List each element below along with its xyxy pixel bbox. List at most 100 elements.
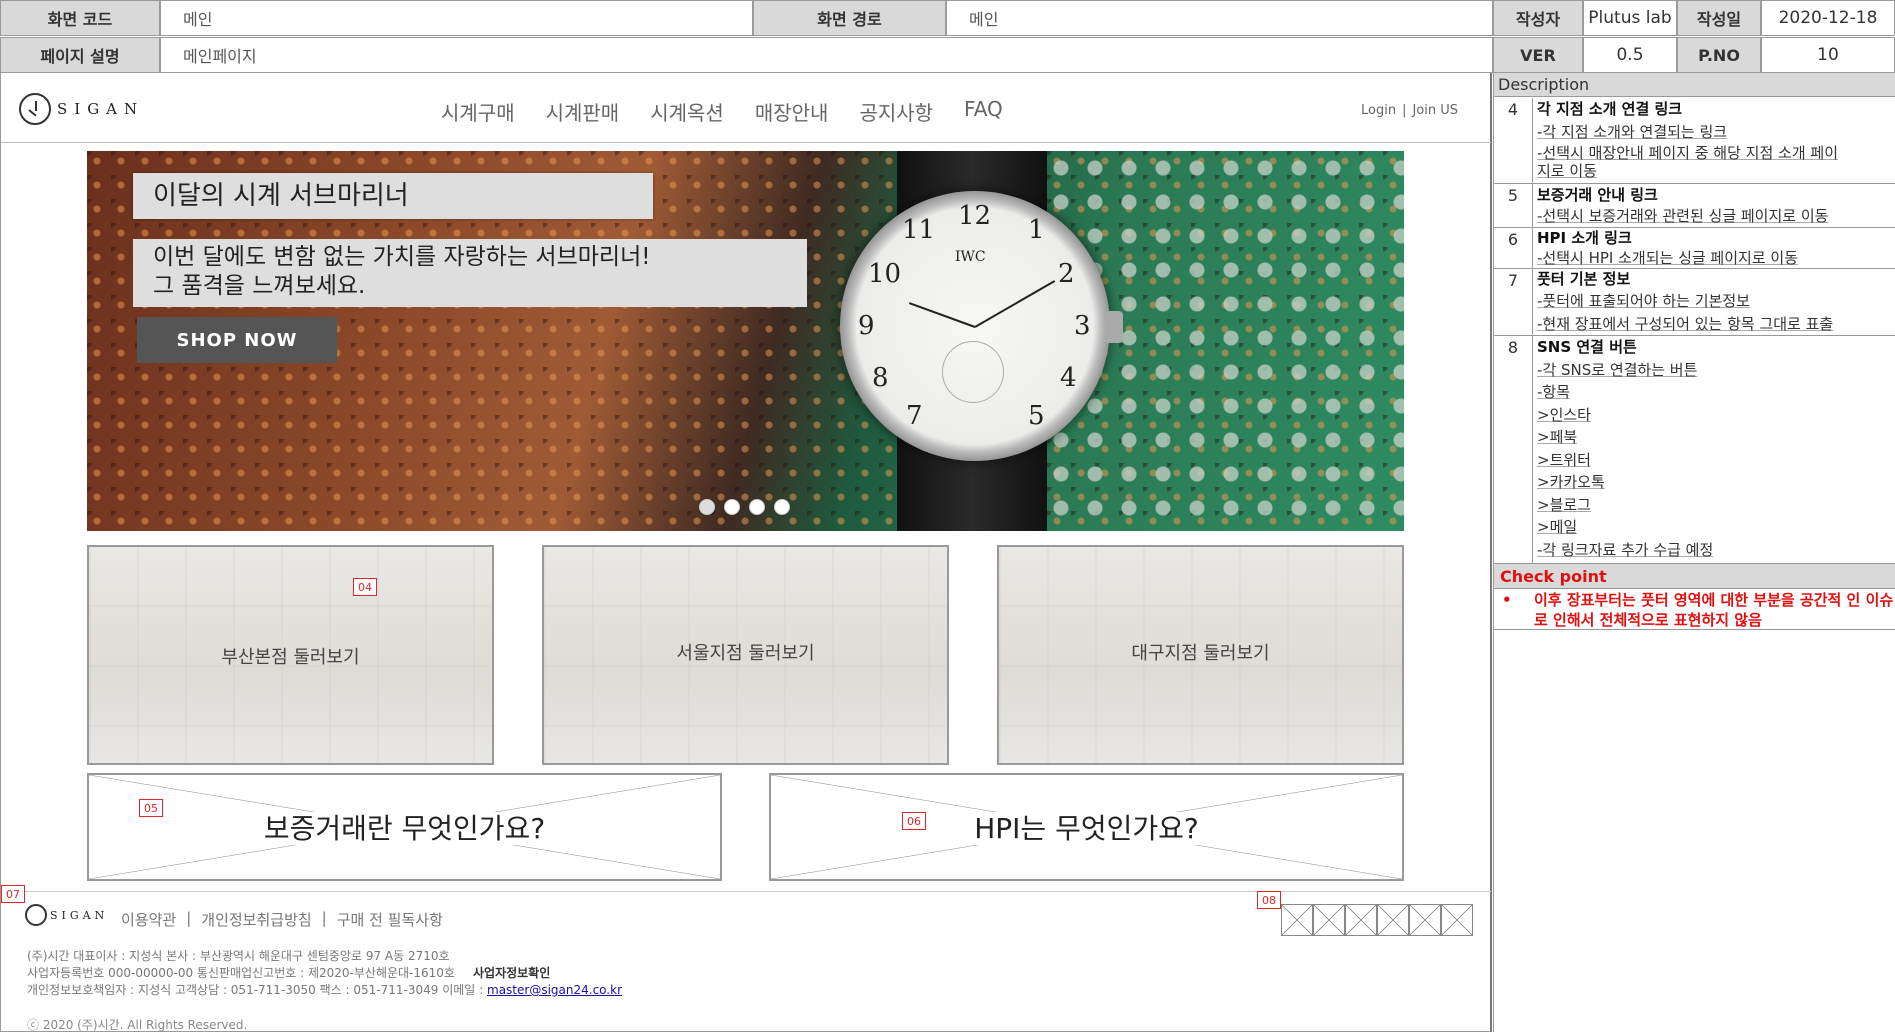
page-desc-value: 메인페이지: [160, 37, 1493, 73]
description-item-number: 4: [1507, 100, 1519, 119]
author-value: Plutus lab: [1583, 0, 1677, 36]
watch-numeral: 11: [902, 215, 936, 245]
branch-card-busan[interactable]: 부산본점 둘러보기: [87, 545, 494, 765]
description-line: >카카오톡: [1537, 473, 1605, 491]
menu-faq[interactable]: FAQ: [964, 97, 1003, 126]
menu-notice[interactable]: 공지사항: [859, 97, 933, 126]
login-link[interactable]: Login: [1361, 103, 1396, 118]
annotation-tag-08: 08: [1257, 891, 1281, 909]
logo-text: SIGAN: [57, 100, 145, 118]
description-item: 6 HPI 소개 링크 -선택시 HPI 소개되는 싱글 페이지로 이동: [1494, 228, 1895, 269]
watch-numeral: 3: [1074, 311, 1091, 341]
description-line: -선택시 HPI 소개되는 싱글 페이지로 이동: [1537, 249, 1799, 267]
branch-card-label: 대구지점 둘러보기: [1131, 643, 1270, 664]
branch-card-label: 서울지점 둘러보기: [676, 643, 815, 664]
twitter-icon[interactable]: [1345, 904, 1377, 936]
screen-path-label: 화면 경로: [753, 0, 946, 36]
description-line: -풋터에 표출되어야 하는 기본정보: [1537, 292, 1750, 310]
branch-card-daegu[interactable]: 대구지점 둘러보기: [997, 545, 1404, 765]
kakaotalk-icon[interactable]: [1377, 904, 1409, 936]
auth-separator: |: [1402, 103, 1407, 118]
annotation-tag-05: 05: [139, 799, 163, 817]
blog-icon[interactable]: [1409, 904, 1441, 936]
description-line: -각 SNS로 연결하는 버튼: [1537, 360, 1698, 379]
business-info-check-link[interactable]: 사업자정보확인: [473, 966, 550, 980]
company-info-line: (주)시간 대표이사 : 지성식 본사 : 부산광역시 해운대구 센텀중앙로 9…: [27, 949, 450, 963]
description-line: >블로그: [1537, 495, 1591, 514]
shop-now-button[interactable]: SHOP NOW: [137, 317, 337, 363]
footer-logo[interactable]: SIGAN: [25, 904, 108, 926]
facebook-icon[interactable]: [1313, 904, 1345, 936]
menu-store-info[interactable]: 매장안내: [755, 97, 829, 126]
description-item-title: 각 지점 소개 연결 링크: [1537, 100, 1683, 118]
watch-numeral: 1: [1028, 215, 1045, 245]
footer-logo-text: SIGAN: [50, 908, 109, 922]
guarantee-info-link[interactable]: 보증거래란 무엇인가요?: [87, 773, 722, 881]
company-info-line: 사업자등록번호 000-00000-00 통신판매업신고번호 : 제2020-부…: [27, 966, 455, 980]
checkpoint-header: Check point: [1494, 563, 1895, 589]
ver-label: VER: [1493, 37, 1583, 73]
privacy-policy-link[interactable]: 개인정보취급방침: [201, 909, 311, 930]
watch-numeral: 5: [1028, 401, 1045, 431]
hero-desc-line: 그 품격을 느껴보세요.: [153, 273, 366, 299]
menu-watch-buy[interactable]: 시계구매: [441, 97, 515, 126]
annotation-tag-04: 04: [353, 578, 377, 596]
instagram-icon[interactable]: [1281, 904, 1313, 936]
description-item-number: 8: [1507, 338, 1519, 357]
description-item: 5 보증거래 안내 링크 -선택시 보증거래와 관련된 싱글 페이지로 이동: [1494, 184, 1895, 228]
description-item-title: SNS 연결 버튼: [1537, 338, 1637, 356]
purchase-notice-link[interactable]: 구매 전 필독사항: [337, 909, 443, 930]
site-header: SIGAN 시계구매 시계판매 시계옥션 매장안내 공지사항 FAQ Login…: [1, 73, 1491, 143]
carousel-dot[interactable]: [749, 499, 765, 515]
watch-subdial: [942, 341, 1004, 403]
watch-crown: [1105, 311, 1123, 343]
hpi-link-label: HPI는 무엇인가요?: [970, 812, 1203, 845]
description-line: -선택시 매장안내 페이지 중 해당 지점 소개 페이: [1537, 144, 1838, 162]
email-link[interactable]: master@sigan24.co.kr: [487, 983, 622, 997]
hero-banner[interactable]: 12 11 1 10 2 9 3 8 4 7 5 IWC 이달의 시계 서브마리…: [87, 151, 1404, 531]
description-line: >페북: [1537, 428, 1578, 446]
watch-numeral: 8: [872, 363, 889, 393]
description-header: Description: [1494, 73, 1895, 97]
site-logo[interactable]: SIGAN: [19, 93, 144, 125]
description-line: -각 링크자료 추가 수급 예정: [1537, 540, 1714, 559]
watch-numeral: 7: [906, 401, 923, 431]
description-line: >인스타: [1537, 405, 1591, 424]
checkpoint-text: 이후 장표부터는 풋터 영역에 대한 부분을 공간적 인 이슈로 인해서 전체적…: [1494, 590, 1895, 630]
branch-card-seoul[interactable]: 서울지점 둘러보기: [542, 545, 949, 765]
description-line: >메일: [1537, 518, 1578, 536]
clock-logo-icon: [25, 904, 47, 926]
description-item-title: HPI 소개 링크: [1537, 229, 1632, 247]
company-info: (주)시간 대표이사 : 지성식 본사 : 부산광역시 해운대구 센텀중앙로 9…: [27, 948, 622, 999]
hpi-info-link[interactable]: HPI는 무엇인가요?: [769, 773, 1404, 881]
terms-link[interactable]: 이용약관: [121, 909, 176, 930]
branch-card-label: 부산본점 둘러보기: [221, 647, 360, 668]
copyright-text: ⓒ 2020 (주)시간. All Rights Reserved.: [27, 1018, 248, 1032]
footer-link-separator: |: [321, 909, 327, 927]
description-item-number: 5: [1507, 186, 1519, 205]
carousel-dot[interactable]: [774, 499, 790, 515]
join-link[interactable]: Join US: [1412, 103, 1458, 118]
description-line: -현재 장표에서 구성되어 있는 항목 그대로 표출: [1537, 315, 1834, 333]
watch-numeral: 9: [858, 311, 875, 341]
description-item-number: 7: [1507, 271, 1519, 290]
pno-value: 10: [1761, 37, 1895, 73]
footer-links: 이용약관 | 개인정보취급방침 | 구매 전 필독사항: [121, 909, 443, 930]
hero-title: 이달의 시계 서브마리너: [133, 173, 653, 219]
screen-path-value: 메인: [946, 0, 1493, 36]
page-desc-label: 페이지 설명: [0, 37, 160, 73]
clock-logo-icon: [19, 93, 51, 125]
screen-code-value: 메인: [160, 0, 753, 36]
auth-links: Login | Join US: [1361, 103, 1458, 118]
watch-numeral: 2: [1058, 259, 1075, 289]
screen-code-label: 화면 코드: [0, 0, 160, 36]
carousel-dot[interactable]: [724, 499, 740, 515]
watch-minute-hand: [974, 280, 1056, 328]
menu-watch-auction[interactable]: 시계옥션: [650, 97, 724, 126]
date-value: 2020-12-18: [1761, 0, 1895, 36]
description-panel: Description 4 각 지점 소개 연결 링크 -각 지점 소개와 연결…: [1493, 73, 1895, 1032]
menu-watch-sell[interactable]: 시계판매: [546, 97, 620, 126]
mail-icon[interactable]: [1441, 904, 1473, 936]
annotation-tag-07: 07: [1, 885, 25, 903]
carousel-dot[interactable]: [699, 499, 715, 515]
